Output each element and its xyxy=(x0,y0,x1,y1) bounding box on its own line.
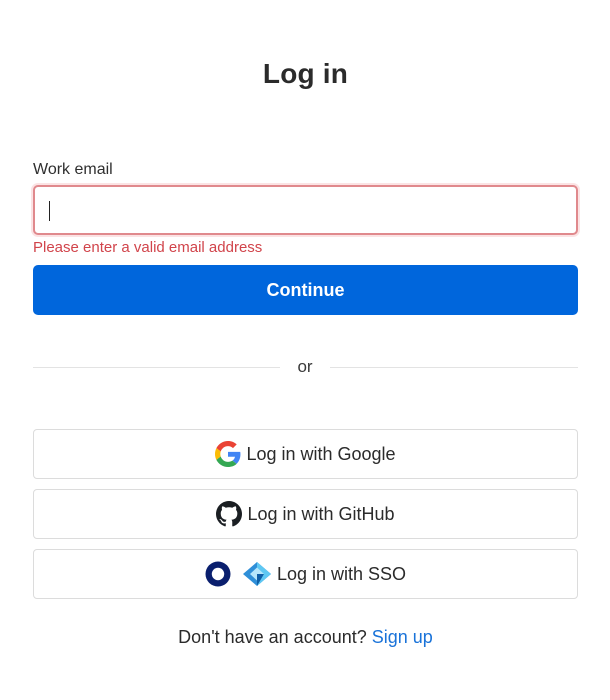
divider-line-right xyxy=(330,367,578,368)
google-icon xyxy=(215,441,241,467)
github-icon xyxy=(216,501,243,527)
sso-login-button[interactable]: Log in with SSO xyxy=(33,549,578,599)
or-divider: or xyxy=(33,355,578,379)
google-login-button[interactable]: Log in with Google xyxy=(33,429,578,479)
email-label: Work email xyxy=(33,161,113,178)
email-error-message: Please enter a valid email address xyxy=(33,239,263,256)
continue-button[interactable]: Continue xyxy=(33,265,578,315)
sso-login-label: Log in with SSO xyxy=(276,563,407,584)
signup-row: Don't have an account? Sign up xyxy=(33,627,578,648)
email-field[interactable] xyxy=(33,185,578,235)
divider-text: or xyxy=(297,357,313,376)
divider-line-left xyxy=(33,367,280,368)
google-login-label: Log in with Google xyxy=(246,443,396,464)
github-login-button[interactable]: Log in with GitHub xyxy=(33,489,578,539)
signup-link[interactable]: Sign up xyxy=(372,627,433,647)
okta-icon xyxy=(205,561,231,587)
page-title: Log in xyxy=(262,58,349,89)
github-login-label: Log in with GitHub xyxy=(247,503,395,524)
azure-icon xyxy=(242,561,272,587)
signup-prompt: Don't have an account? xyxy=(178,627,372,647)
text-caret xyxy=(49,201,50,221)
